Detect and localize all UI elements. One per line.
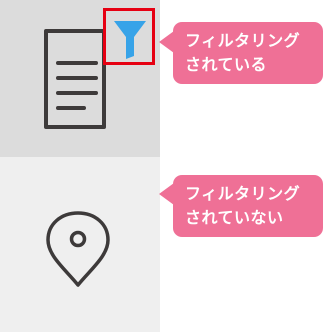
sidebar-item-documents[interactable] xyxy=(0,0,160,157)
sidebar xyxy=(0,0,160,332)
callout-filtered: フィルタリング されている xyxy=(159,22,323,84)
callout-not-filtered: フィルタリング されていない xyxy=(159,175,323,237)
screenshot-root: フィルタリング されている フィルタリング されていない xyxy=(0,0,330,332)
filter-icon[interactable] xyxy=(113,20,147,60)
map-pin-icon[interactable] xyxy=(44,210,112,288)
